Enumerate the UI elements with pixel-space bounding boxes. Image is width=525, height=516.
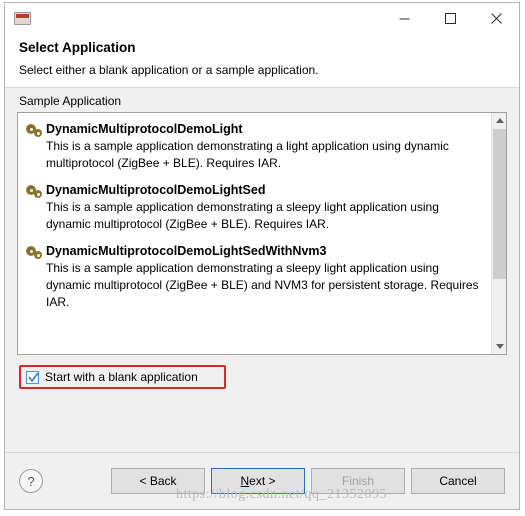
list-item-title: DynamicMultiprotocolDemoLightSedWithNvm3 [46,244,327,258]
close-button[interactable] [473,3,519,33]
back-button[interactable]: < Back [111,468,205,494]
list-item-text: DynamicMultiprotocolDemoLightSed This is… [46,182,481,233]
cancel-button[interactable]: Cancel [411,468,505,494]
minimize-button[interactable] [381,3,427,33]
next-button[interactable]: Next > [211,468,305,494]
list-item-description: This is a sample application demonstrati… [46,261,479,309]
dialog-footer: ? < Back Next > Finish Cancel [5,453,519,509]
next-button-mnemonic: N [240,474,250,488]
list-item-text: DynamicMultiprotocolDemoLightSedWithNvm3… [46,243,481,311]
scrollbar-thumb[interactable] [493,129,506,279]
list-item-text: DynamicMultiprotocolDemoLight This is a … [46,121,481,172]
finish-button[interactable]: Finish [311,468,405,494]
scroll-down-icon[interactable] [492,339,506,354]
page-title: Select Application [19,40,136,55]
page-subtitle: Select either a blank application or a s… [19,63,319,77]
list-item-description: This is a sample application demonstrati… [46,139,449,170]
sample-application-list[interactable]: DynamicMultiprotocolDemoLight This is a … [17,112,507,355]
scroll-up-icon[interactable] [492,113,506,128]
title-bar [5,3,519,34]
dialog-header: Select Application Select either a blank… [5,34,519,87]
list-scrollbar[interactable] [491,113,506,354]
next-button-label: Next > [240,474,275,488]
list-item[interactable]: DynamicMultiprotocolDemoLightSedWithNvm3… [18,235,491,313]
dialog-body: Sample Application DynamicMultiprotocolD… [5,88,519,452]
dialog-window: Select Application Select either a blank… [4,2,520,510]
blank-application-checkbox-row[interactable]: Start with a blank application [19,365,226,389]
list-item[interactable]: DynamicMultiprotocolDemoLightSed This is… [18,174,491,235]
list-item[interactable]: DynamicMultiprotocolDemoLight This is a … [18,113,491,174]
gears-icon [26,243,46,311]
blank-application-checkbox[interactable] [26,370,39,384]
blank-application-checkbox-label: Start with a blank application [45,370,198,384]
list-item-description: This is a sample application demonstrati… [46,200,439,231]
gears-icon [26,182,46,233]
next-button-rest: ext > [249,474,276,488]
application-chip-icon [13,9,33,27]
maximize-button[interactable] [427,3,473,33]
gears-icon [26,121,46,172]
help-button[interactable]: ? [19,469,43,493]
list-item-title: DynamicMultiprotocolDemoLight [46,122,243,136]
sample-application-group-label: Sample Application [19,94,122,108]
list-item-title: DynamicMultiprotocolDemoLightSed [46,183,266,197]
sample-application-list-content: DynamicMultiprotocolDemoLight This is a … [18,113,491,354]
